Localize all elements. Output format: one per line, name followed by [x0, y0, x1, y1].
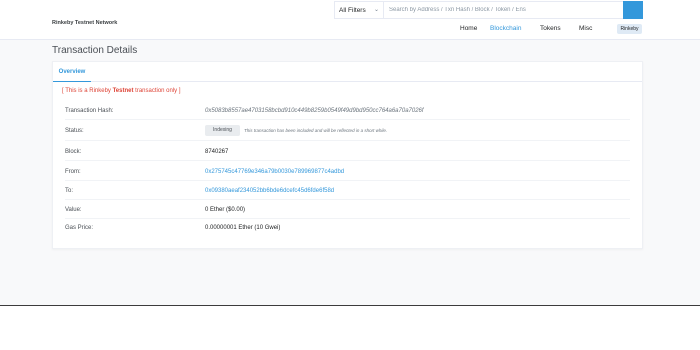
gas-price-value: 0.00000001 Ether (10 Gwei): [205, 225, 281, 231]
row-divider: [65, 180, 630, 181]
row-divider: [65, 119, 630, 120]
nav-misc[interactable]: Misc: [579, 25, 592, 32]
block-value: 8740267: [205, 149, 229, 155]
chevron-down-icon: ⌄: [373, 7, 379, 13]
row-divider: [65, 160, 630, 161]
top-header: Rinkeby Testnet Network All Filters ⌄ Ho…: [0, 0, 700, 40]
app-root: Rinkeby Testnet Network All Filters ⌄ Ho…: [0, 0, 700, 305]
search-bar: All Filters ⌄: [334, 1, 643, 19]
tab-overview[interactable]: Overview: [53, 62, 91, 82]
tx-hash-value: 0x5083b8557ae4703158bcbd910c449b8259b054…: [205, 108, 424, 114]
value-amount: 0 Ether ($0.00): [205, 207, 246, 213]
nav-blockchain[interactable]: Blockchain: [490, 25, 521, 32]
status-badge: Indexing: [205, 125, 240, 136]
to-address-link[interactable]: 0x09380aeaf234052bb6bde6dcefc45d6fde6f58…: [205, 188, 334, 194]
filter-select-value: All Filters: [339, 7, 366, 14]
nav-home[interactable]: Home: [460, 25, 477, 32]
network-label: Rinkeby Testnet Network: [52, 20, 118, 26]
value-label: Value:: [65, 207, 82, 213]
tx-hash-label: Transaction Hash:: [65, 108, 114, 114]
row-divider: [65, 199, 630, 200]
search-input[interactable]: [384, 2, 623, 18]
block-label: Block:: [65, 149, 82, 155]
filter-select[interactable]: All Filters ⌄: [335, 2, 384, 18]
transaction-card: Overview [ This is a Rinkeby Testnet tra…: [52, 61, 643, 249]
testnet-notice-emphasis: Testnet: [112, 88, 134, 94]
to-label: To:: [65, 188, 74, 194]
testnet-notice: [ This is a Rinkeby Testnet transaction …: [62, 88, 181, 94]
from-label: From:: [65, 169, 81, 175]
network-badge[interactable]: Rinkeby: [617, 24, 642, 34]
row-divider: [65, 218, 630, 219]
search-button[interactable]: [623, 1, 643, 19]
status-note: This transaction has been included and w…: [244, 128, 388, 133]
row-divider: [65, 140, 630, 141]
testnet-notice-suffix: transaction only ]: [133, 88, 181, 94]
from-address-link[interactable]: 0x275745c47769e346a79b0030e789969877c4ad…: [205, 169, 344, 175]
nav-tokens[interactable]: Tokens: [540, 25, 561, 32]
testnet-notice-prefix: [ This is a Rinkeby: [62, 88, 113, 94]
bottom-divider: [0, 305, 700, 306]
page-title: Transaction Details: [52, 45, 138, 56]
tab-bar: Overview: [53, 62, 642, 82]
status-label: Status:: [65, 128, 84, 134]
gas-price-label: Gas Price:: [65, 225, 94, 231]
search-icon: [623, 1, 643, 19]
